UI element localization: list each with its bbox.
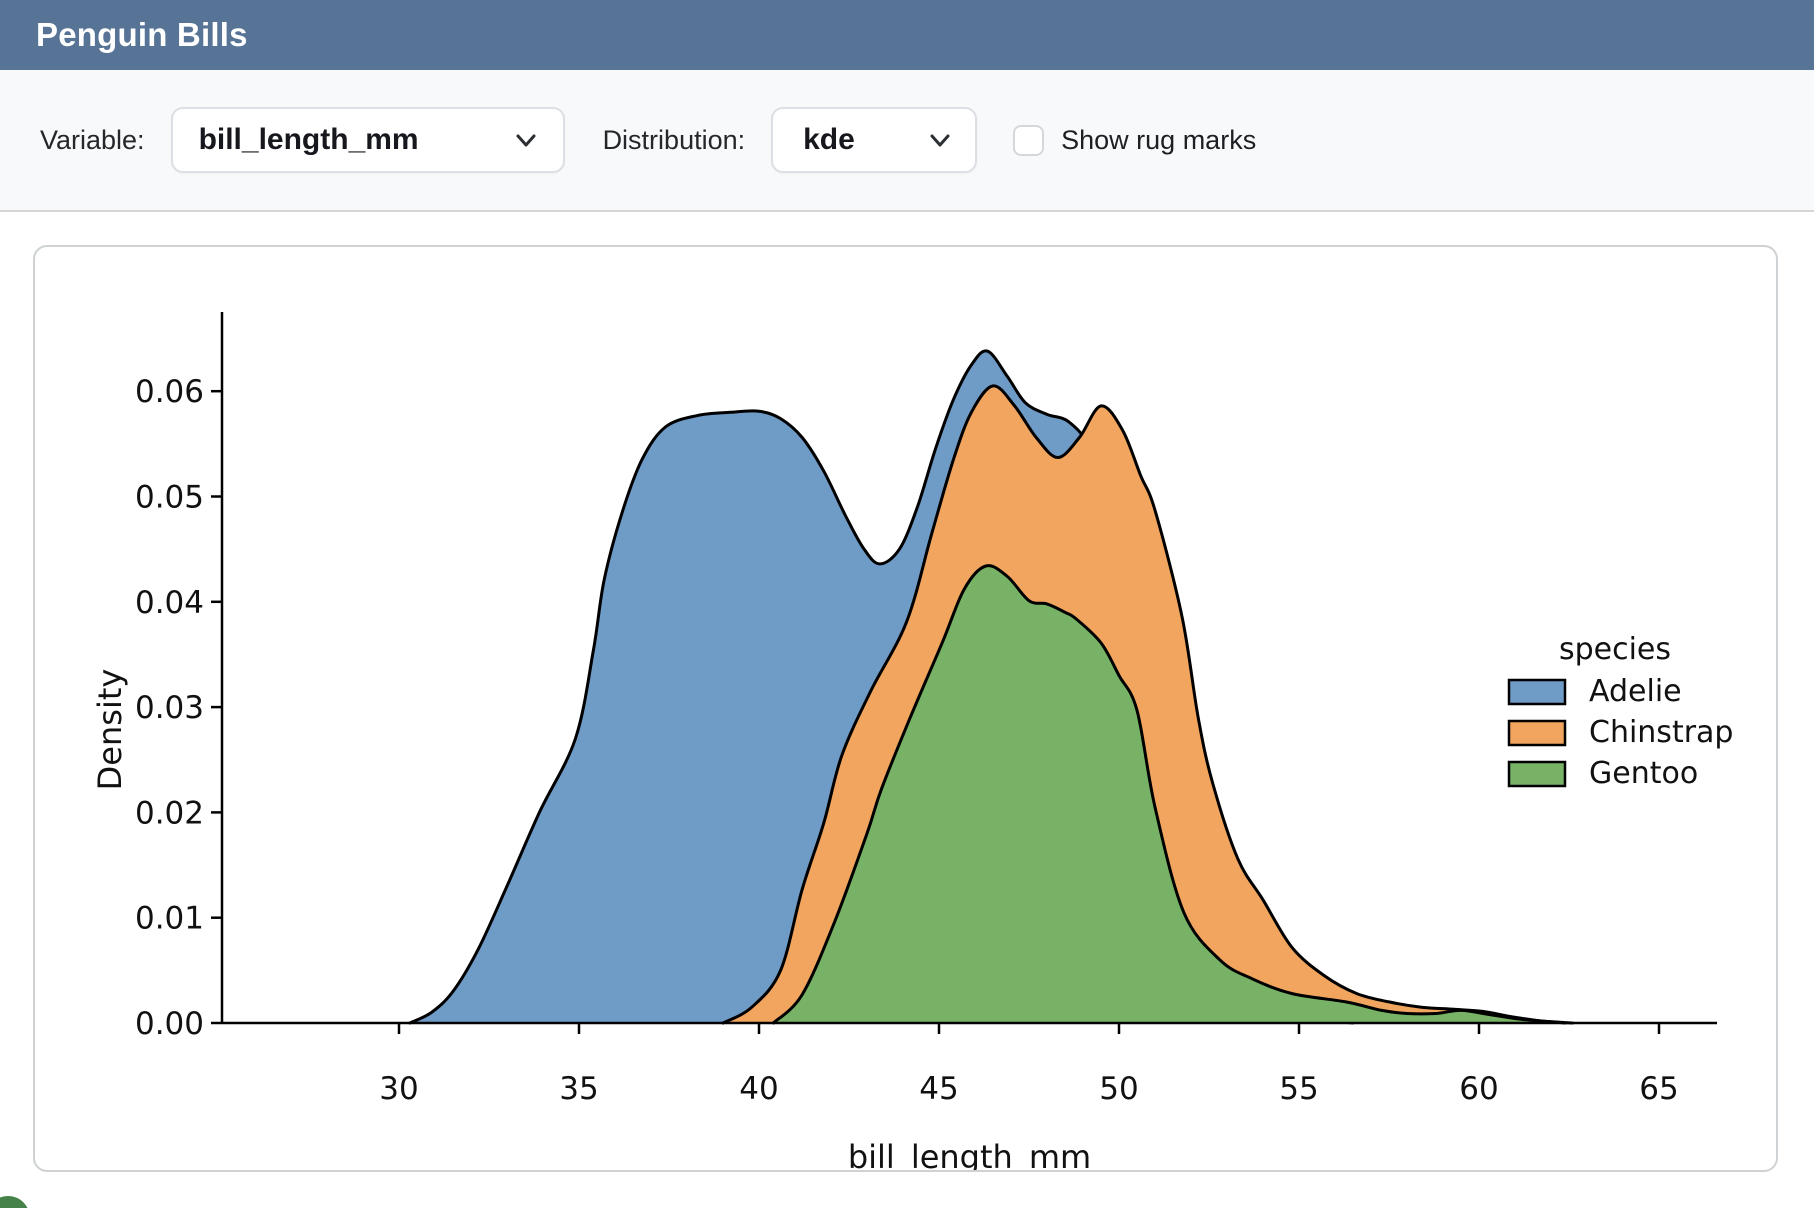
x-tick-label: 35 <box>559 1071 598 1107</box>
controls-toolbar: Variable: bill_length_mm Distribution: k… <box>0 70 1814 212</box>
y-tick-label: 0.01 <box>135 901 204 937</box>
legend-swatch-adelie <box>1509 680 1565 704</box>
x-tick-label: 60 <box>1459 1071 1498 1107</box>
y-tick-label: 0.05 <box>135 480 204 516</box>
x-tick-label: 40 <box>739 1071 778 1107</box>
variable-select[interactable]: bill_length_mm <box>171 107 565 173</box>
x-tick-label: 45 <box>919 1071 958 1107</box>
chevron-down-icon <box>513 127 539 153</box>
page-title: Penguin Bills <box>36 16 248 54</box>
y-tick-label: 0.03 <box>135 690 204 726</box>
y-tick-label: 0.00 <box>135 1006 204 1042</box>
x-tick-label: 65 <box>1639 1071 1678 1107</box>
x-tick-label: 30 <box>379 1071 418 1107</box>
x-tick-label: 50 <box>1099 1071 1138 1107</box>
rug-marks-checkbox[interactable] <box>1013 125 1044 156</box>
legend-swatch-chinstrap <box>1509 721 1565 745</box>
x-tick-label: 55 <box>1279 1071 1318 1107</box>
rug-marks-label: Show rug marks <box>1061 125 1256 156</box>
distribution-label: Distribution: <box>603 125 746 156</box>
distribution-select-value: kde <box>803 123 855 157</box>
corner-fab-peek[interactable] <box>0 1196 30 1208</box>
variable-label: Variable: <box>40 125 145 156</box>
y-tick-label: 0.04 <box>135 585 204 621</box>
penguin-bills-app: { "header": { "title": "Penguin Bills" }… <box>0 0 1814 1208</box>
legend-swatch-gentoo <box>1509 762 1565 786</box>
legend-title: species <box>1559 632 1671 667</box>
chevron-down-icon <box>927 127 953 153</box>
x-axis-title: bill_length_mm <box>848 1138 1091 1170</box>
kde-density-chart: 30 35 40 45 50 55 60 65 0.00 0.01 0.02 0.03 0.04 0.05… <box>35 247 1776 1170</box>
legend-label-gentoo: Gentoo <box>1589 756 1698 791</box>
chart-card: 30 35 40 45 50 55 60 65 0.00 0.01 0.02 0.03 0.04 0.05… <box>33 245 1778 1172</box>
y-axis-title: Density <box>91 669 129 791</box>
variable-select-value: bill_length_mm <box>199 123 419 157</box>
app-header: Penguin Bills <box>0 0 1814 70</box>
legend-label-chinstrap: Chinstrap <box>1589 715 1733 750</box>
y-tick-label: 0.02 <box>135 795 204 831</box>
legend-label-adelie: Adelie <box>1589 674 1682 709</box>
distribution-select[interactable]: kde <box>771 107 977 173</box>
y-tick-label: 0.06 <box>135 374 204 410</box>
